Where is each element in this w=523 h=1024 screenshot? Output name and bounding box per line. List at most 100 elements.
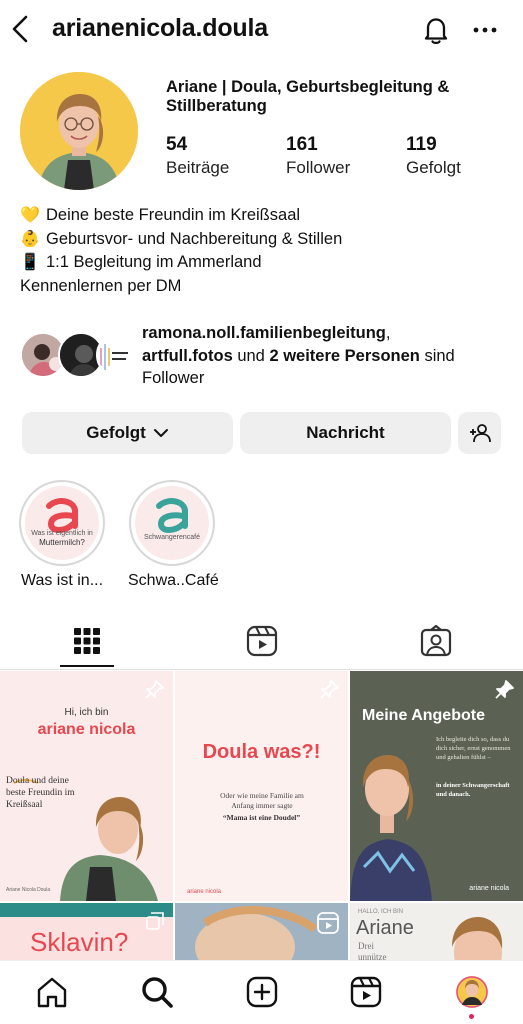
nav-create[interactable]	[245, 975, 279, 1009]
carousel-icon	[146, 912, 164, 930]
bio-text: Geburtsvor- und Nachbereitung & Stillen	[46, 229, 343, 248]
follower-name[interactable]: artfull.fotos	[142, 347, 233, 365]
post-line1: Hi, ich bin	[64, 707, 109, 718]
nav-home[interactable]	[35, 975, 69, 1009]
message-button-label: Nachricht	[306, 423, 385, 442]
post-footer: ariane nicola	[187, 889, 222, 895]
followed-by[interactable]: ramona.noll.familienbegleitung, artfull.…	[20, 322, 510, 387]
bio-line: 👶 Geburtsvor- und Nachbereitung & Stillen	[20, 228, 342, 252]
highlight-cover-small: Schwangerencafé	[143, 534, 201, 541]
nav-profile[interactable]	[455, 975, 489, 1009]
post-tile[interactable]: Meine Angebote Ich begleite dich so, das…	[350, 671, 523, 901]
stat-following-value: 119	[406, 134, 437, 155]
pin-icon	[318, 679, 340, 701]
stat-following[interactable]: 119 Gefolgt	[406, 134, 461, 178]
highlight-caption: Was ist in...	[20, 572, 104, 589]
stat-followers-value: 161	[286, 134, 318, 155]
notifications-button[interactable]	[420, 14, 452, 46]
highlight-cover-small: Was ist eigentlich in	[31, 530, 93, 537]
post-line3: Doula und deine beste Freundin im Kreißs…	[6, 776, 75, 810]
highlight-cover: Schwangerencafé	[135, 486, 209, 560]
stat-followers-label: Follower	[286, 158, 351, 177]
stat-posts-label: Beiträge	[166, 158, 230, 177]
bottom-navigation	[0, 960, 523, 1024]
stat-following-label: Gefolgt	[406, 158, 461, 177]
bell-icon	[424, 18, 448, 44]
tagged-icon	[420, 624, 452, 657]
highlight-cover-title: Muttermilch?	[39, 538, 85, 547]
top-bar: arianenicola.doula	[0, 0, 523, 60]
baby-icon: 👶	[20, 230, 40, 248]
pin-icon	[143, 679, 165, 701]
more-options-button[interactable]	[470, 18, 500, 42]
highlight-schwangerencafe[interactable]: Schwangerencafé Schwa..Café	[128, 480, 219, 590]
stat-followers[interactable]: 161 Follower	[286, 134, 350, 178]
follower-avatar	[96, 332, 142, 378]
highlight-ring: Schwangerencafé	[129, 480, 215, 566]
profile-tabs	[0, 612, 523, 670]
reels-icon	[350, 976, 382, 1008]
post-sub: Oder wie meine Familie am Anfang immer s…	[220, 791, 304, 810]
post-line2: ariane nicola	[37, 721, 136, 738]
bio-line: 💛 Deine beste Freundin im Kreißsaal	[20, 204, 342, 228]
back-button[interactable]	[10, 14, 34, 44]
profile-avatar[interactable]	[20, 72, 138, 190]
create-icon	[246, 976, 278, 1008]
search-icon	[142, 977, 173, 1008]
profile-username: arianenicola.doula	[52, 14, 268, 42]
stat-posts[interactable]: 54 Beiträge	[166, 134, 229, 178]
highlight-cover: Was ist eigentlich in Muttermilch?	[25, 486, 99, 560]
message-button[interactable]: Nachricht	[240, 412, 451, 454]
profile-full-name: Ariane | Doula, Geburtsbegleitung & Stil…	[166, 78, 450, 115]
bio-text: Deine beste Freundin im Kreißsaal	[46, 206, 301, 224]
tab-posts[interactable]	[70, 624, 104, 658]
home-icon	[37, 977, 67, 1008]
bio-line: 📱 1:1 Begleitung im Ammerland	[20, 251, 342, 275]
active-tab-indicator	[60, 665, 114, 667]
more-icon	[473, 27, 497, 33]
tab-reels[interactable]	[245, 624, 279, 658]
grid-icon	[74, 628, 100, 654]
follower-name[interactable]: ramona.noll.familienbegleitung	[142, 324, 386, 342]
bio-text: 1:1 Begleitung im Ammerland	[46, 253, 262, 271]
following-button[interactable]: Gefolgt	[22, 412, 233, 454]
post-title: Ariane	[356, 917, 414, 939]
yellow-heart-icon: 💛	[20, 207, 40, 224]
pin-icon	[493, 679, 515, 701]
more-followers[interactable]: 2 weitere Personen	[269, 347, 419, 365]
post-footer: ariane nicola	[469, 885, 509, 892]
post-title: Sklavin?	[30, 927, 129, 957]
bio-text: Kennenlernen per DM	[20, 276, 182, 295]
nav-search[interactable]	[140, 975, 174, 1009]
nav-reels[interactable]	[349, 975, 383, 1009]
post-tile[interactable]: Doula was?! Oder wie meine Familie am An…	[175, 671, 348, 901]
post-small: HALLO, ICH BIN	[358, 909, 404, 915]
separator: ,	[385, 324, 391, 342]
chevron-left-icon	[12, 15, 28, 43]
post-tile[interactable]: Hi, ich bin ariane nicola Doula und dein…	[0, 671, 173, 901]
reels-icon	[317, 912, 339, 934]
notification-dot	[469, 1014, 474, 1019]
connector: und	[232, 346, 270, 365]
tab-tagged[interactable]	[419, 624, 453, 658]
reels-icon	[246, 625, 278, 657]
followed-by-text: ramona.noll.familienbegleitung, artfull.…	[142, 322, 512, 390]
post-title: Doula was?!	[202, 741, 321, 763]
post-text-b: in deiner Schwangerschaft und danach.	[436, 782, 510, 798]
highlight-muttermilch[interactable]: Was ist eigentlich in Muttermilch? Was i…	[18, 480, 106, 590]
post-title: Meine Angebote	[362, 707, 485, 724]
stat-posts-value: 54	[166, 134, 188, 155]
posts-grid: Hi, ich bin ariane nicola Doula und dein…	[0, 671, 523, 971]
suggest-people-button[interactable]	[458, 412, 501, 454]
brand-logo-icon	[46, 498, 78, 533]
following-button-label: Gefolgt	[86, 423, 146, 442]
post-quote: “Mama ist eine Doudel”	[222, 813, 301, 822]
profile-avatar-icon	[456, 976, 488, 1008]
profile-bio: 💛 Deine beste Freundin im Kreißsaal 👶 Gebu…	[20, 204, 342, 298]
bio-line: Kennenlernen per DM	[20, 275, 342, 299]
post-text-a: Ich begleite dich so, dass du dich siche…	[436, 736, 511, 761]
chevron-down-icon	[153, 429, 168, 437]
highlight-caption: Schwa..Café	[128, 572, 219, 589]
highlight-ring: Was ist eigentlich in Muttermilch?	[19, 480, 105, 566]
phone-icon: 📱	[20, 254, 40, 271]
